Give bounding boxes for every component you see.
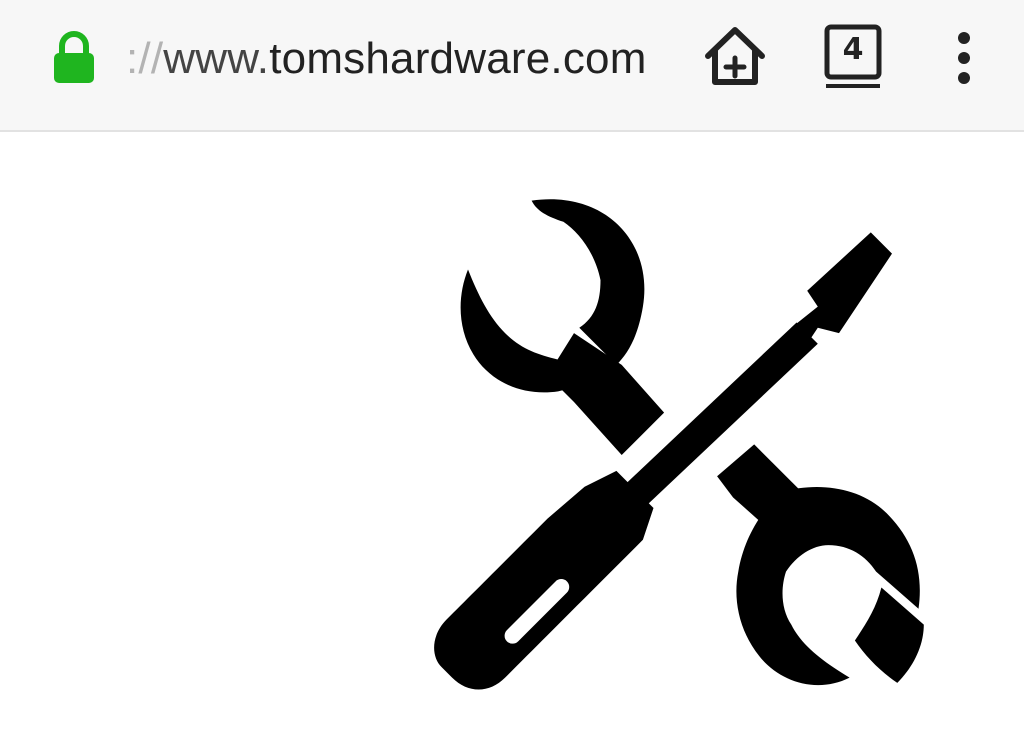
tab-count: 4 [842,32,864,67]
wrench-screwdriver-icon [434,199,924,690]
overflow-menu-icon[interactable] [946,28,982,88]
url-host-prefix: www. [163,34,270,83]
url-scheme: :// [126,34,164,83]
screwdriver [434,232,892,690]
url-domain: tomshardware.com [269,34,647,83]
browser-toolbar: ://www.tomshardware.com 4 [0,0,1024,132]
home-add-icon[interactable] [700,22,770,92]
lock-icon[interactable] [50,30,98,86]
tab-switcher-button[interactable]: 4 [822,22,884,90]
url-bar[interactable]: ://www.tomshardware.com [126,32,647,86]
